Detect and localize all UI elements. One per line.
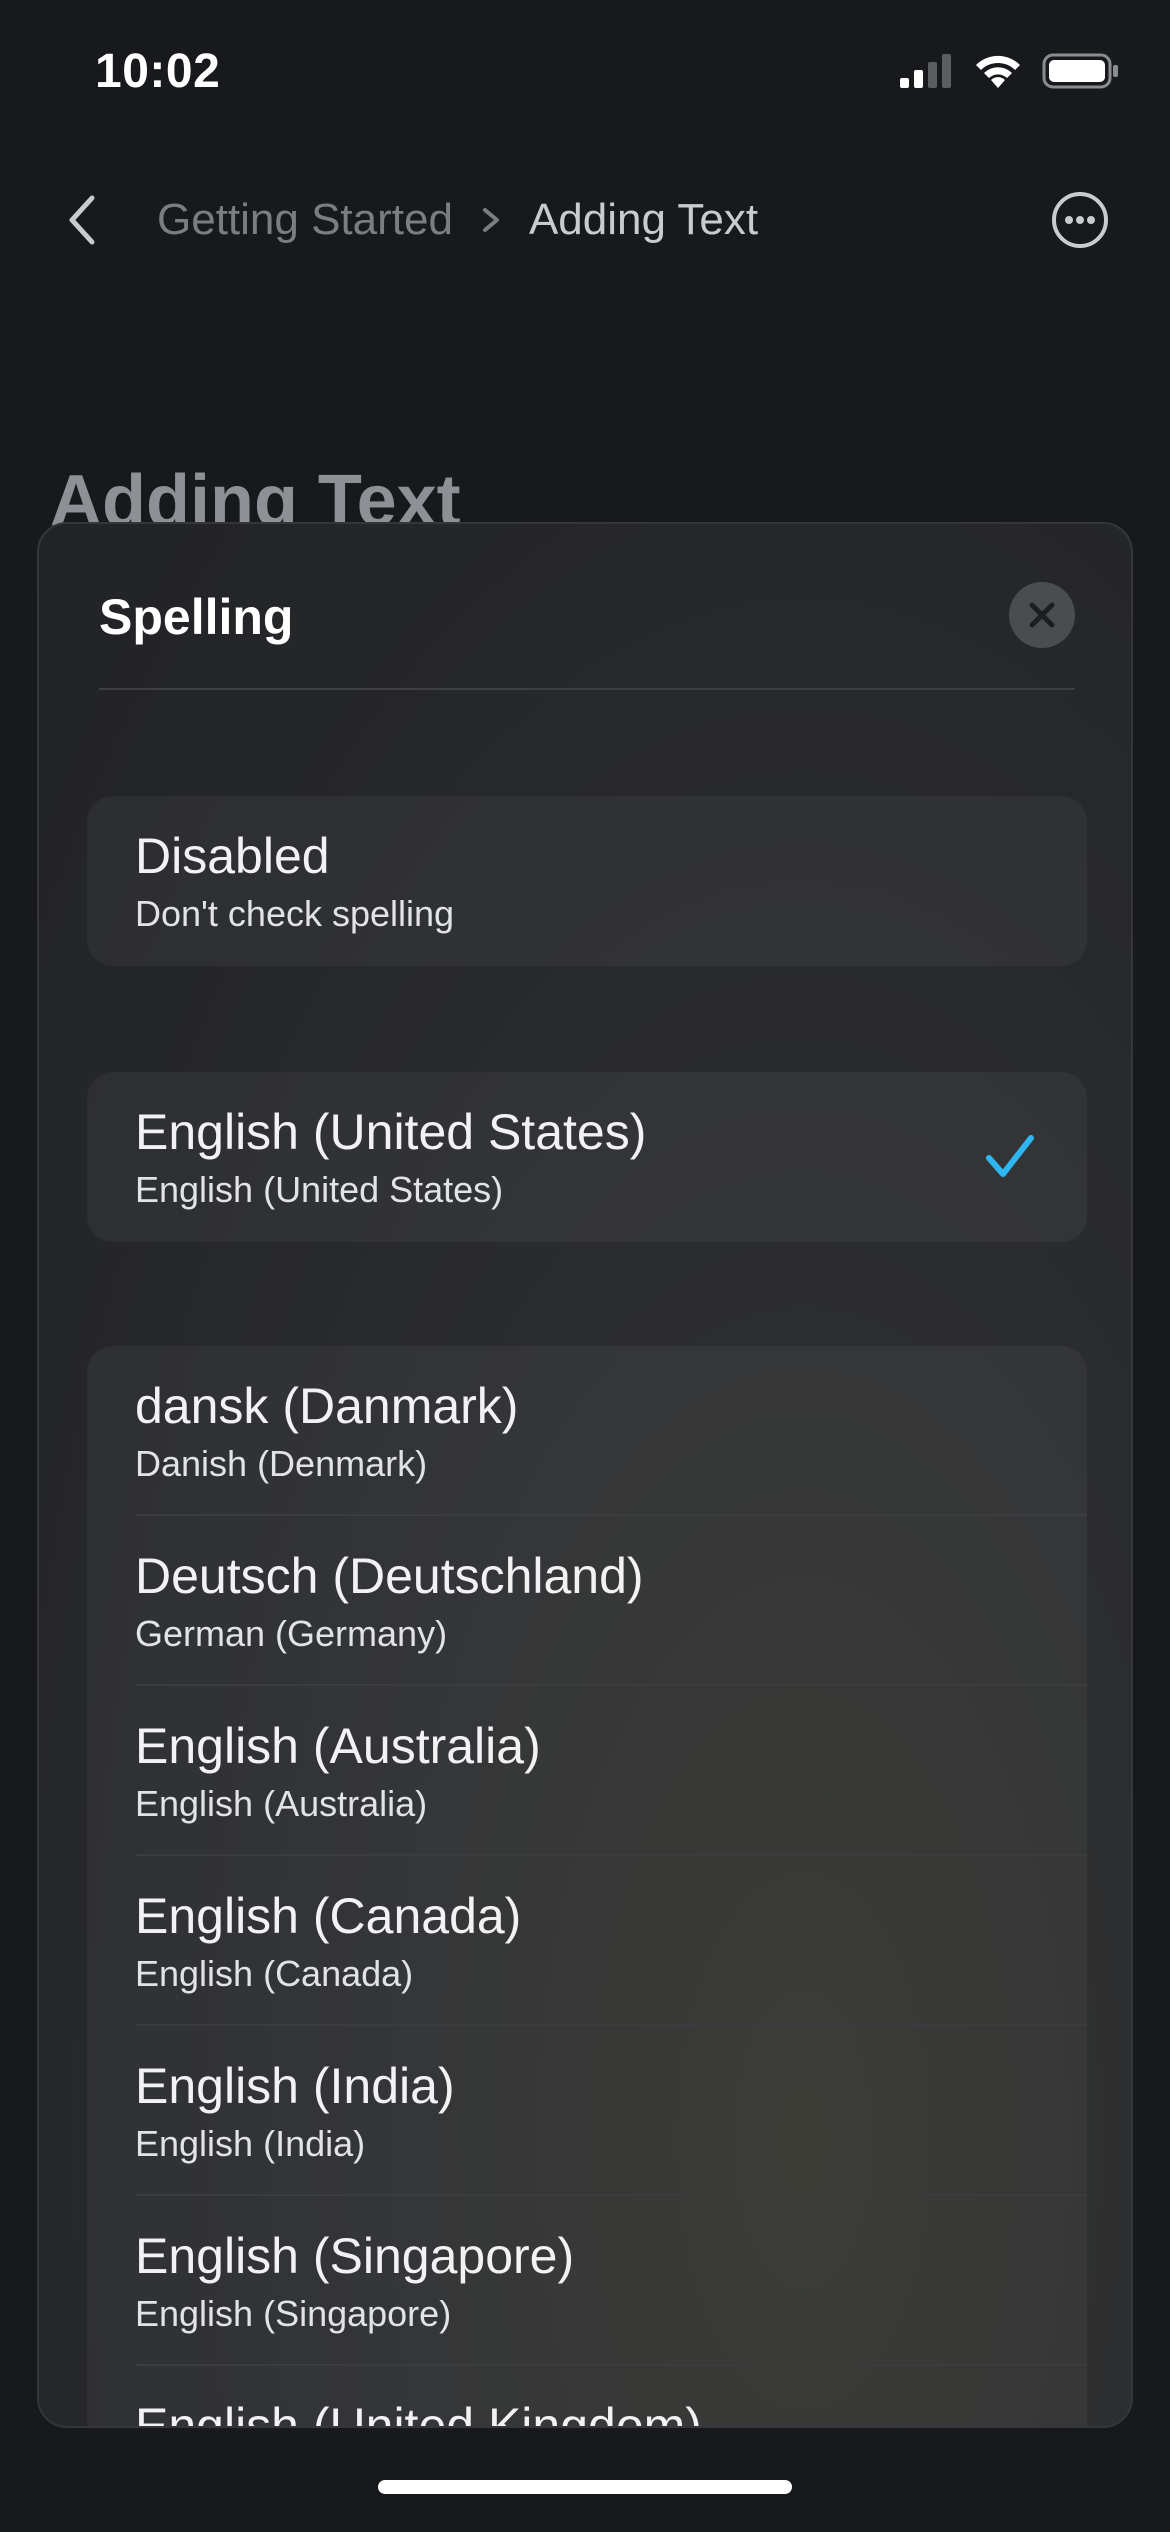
breadcrumb: Getting Started Adding Text <box>157 192 758 248</box>
home-indicator[interactable] <box>378 2480 792 2494</box>
option-title: Deutsch (Deutschland) <box>135 1548 644 1604</box>
option-title: dansk (Danmark) <box>135 1378 519 1434</box>
status-bar: 10:02 <box>0 0 1170 140</box>
option-subtitle: English (United States) <box>135 1169 504 1210</box>
app-screen: 10:02 Getting Started Adding Text Adding… <box>0 0 1170 2532</box>
list-item[interactable]: English (United Kingdom) <box>87 2366 1087 2428</box>
option-english-united-states[interactable]: English (United States) English (United … <box>87 1072 1087 1242</box>
status-icons <box>898 52 1120 90</box>
navigation-bar: Getting Started Adding Text <box>0 170 1170 270</box>
option-subtitle: English (Canada) <box>135 1953 414 1994</box>
close-button[interactable] <box>1009 582 1075 648</box>
option-title: English (Australia) <box>135 1718 541 1774</box>
option-subtitle: German (Germany) <box>135 1613 448 1654</box>
list-item[interactable]: English (Australia) English (Australia) <box>87 1686 1087 1856</box>
spelling-sheet: Spelling Disabled Don't check spelling E… <box>37 522 1133 2428</box>
breadcrumb-parent[interactable]: Getting Started <box>157 192 453 248</box>
sheet-title: Spelling <box>99 589 294 645</box>
chevron-right-icon <box>482 208 499 232</box>
more-options-icon[interactable] <box>1050 190 1110 250</box>
option-title: English (India) <box>135 2058 455 2114</box>
option-disabled[interactable]: Disabled Don't check spelling <box>87 796 1087 966</box>
option-title: English (United States) <box>135 1104 647 1160</box>
list-item[interactable]: English (Singapore) English (Singapore) <box>87 2196 1087 2366</box>
checkmark-icon <box>986 1135 1034 1177</box>
list-item[interactable]: Deutsch (Deutschland) German (Germany) <box>87 1516 1087 1686</box>
selected-option-card: English (United States) English (United … <box>87 1072 1087 1242</box>
sheet-header: Spelling <box>99 582 1075 652</box>
option-title: English (United Kingdom) <box>135 2398 702 2428</box>
language-list: dansk (Danmark) Danish (Denmark) Deutsch… <box>87 1346 1087 2428</box>
option-subtitle: English (India) <box>135 2123 366 2164</box>
status-time: 10:02 <box>95 45 221 98</box>
back-chevron-icon[interactable] <box>58 192 108 248</box>
list-item[interactable]: English (Canada) English (Canada) <box>87 1856 1087 2026</box>
breadcrumb-current: Adding Text <box>528 195 759 244</box>
option-subtitle: Danish (Denmark) <box>135 1443 428 1484</box>
sheet-divider <box>99 688 1075 690</box>
option-subtitle: English (Australia) <box>135 1783 428 1824</box>
cellular-signal-icon <box>900 54 951 88</box>
option-subtitle: Don't check spelling <box>135 893 455 934</box>
battery-icon <box>1042 53 1118 89</box>
disabled-option-card: Disabled Don't check spelling <box>87 796 1087 966</box>
option-title: Disabled <box>135 828 330 884</box>
option-title: English (Canada) <box>135 1888 522 1944</box>
list-item[interactable]: dansk (Danmark) Danish (Denmark) <box>87 1346 1087 1516</box>
option-title: English (Singapore) <box>135 2228 575 2284</box>
close-icon <box>1029 602 1055 628</box>
list-item[interactable]: English (India) English (India) <box>87 2026 1087 2196</box>
option-subtitle: English (Singapore) <box>135 2293 452 2334</box>
wifi-icon <box>976 55 1020 88</box>
